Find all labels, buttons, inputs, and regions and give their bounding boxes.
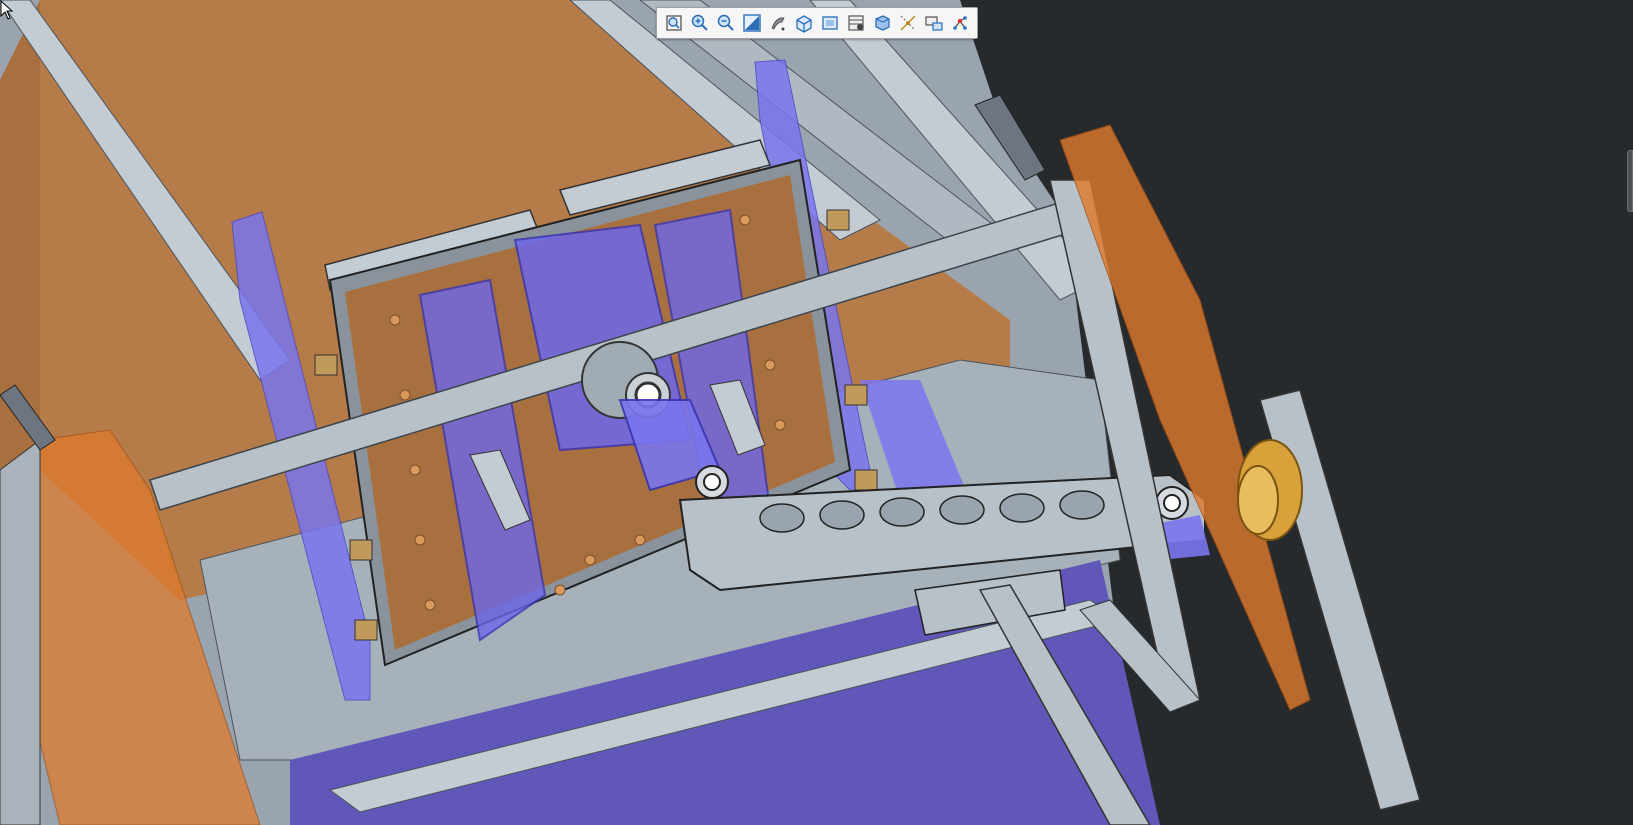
view-manager-button[interactable] <box>843 10 869 36</box>
annotation-display-button[interactable] <box>921 10 947 36</box>
perspective-button[interactable] <box>869 10 895 36</box>
saved-views-button[interactable] <box>817 10 843 36</box>
zoom-in-icon <box>691 14 708 31</box>
view-manager-icon <box>848 15 864 31</box>
datum-display-icon <box>900 15 916 31</box>
zoom-window-button[interactable] <box>739 10 765 36</box>
annotation-display-icon <box>925 16 943 31</box>
datum-display-button[interactable] <box>895 10 921 36</box>
zoom-out-button[interactable] <box>713 10 739 36</box>
spin-center-icon <box>953 16 967 30</box>
zoom-in-button[interactable] <box>687 10 713 36</box>
saved-views-icon <box>822 16 838 30</box>
cad-3d-viewport[interactable] <box>0 0 1633 825</box>
zoom-fit-button[interactable] <box>661 10 687 36</box>
repaint-button[interactable] <box>765 10 791 36</box>
zoom-window-icon <box>743 14 761 32</box>
mouse-cursor-icon <box>0 0 14 20</box>
display-style-icon <box>796 15 812 33</box>
graphics-toolbar <box>656 7 978 39</box>
zoom-fit-icon <box>666 15 682 31</box>
display-style-button[interactable] <box>791 10 817 36</box>
spin-center-button[interactable] <box>947 10 973 36</box>
repaint-icon <box>771 17 785 31</box>
zoom-out-icon <box>717 14 734 31</box>
assembly-model-render <box>0 0 1633 825</box>
panel-resize-handle[interactable] <box>1627 150 1633 212</box>
perspective-icon <box>875 15 890 31</box>
